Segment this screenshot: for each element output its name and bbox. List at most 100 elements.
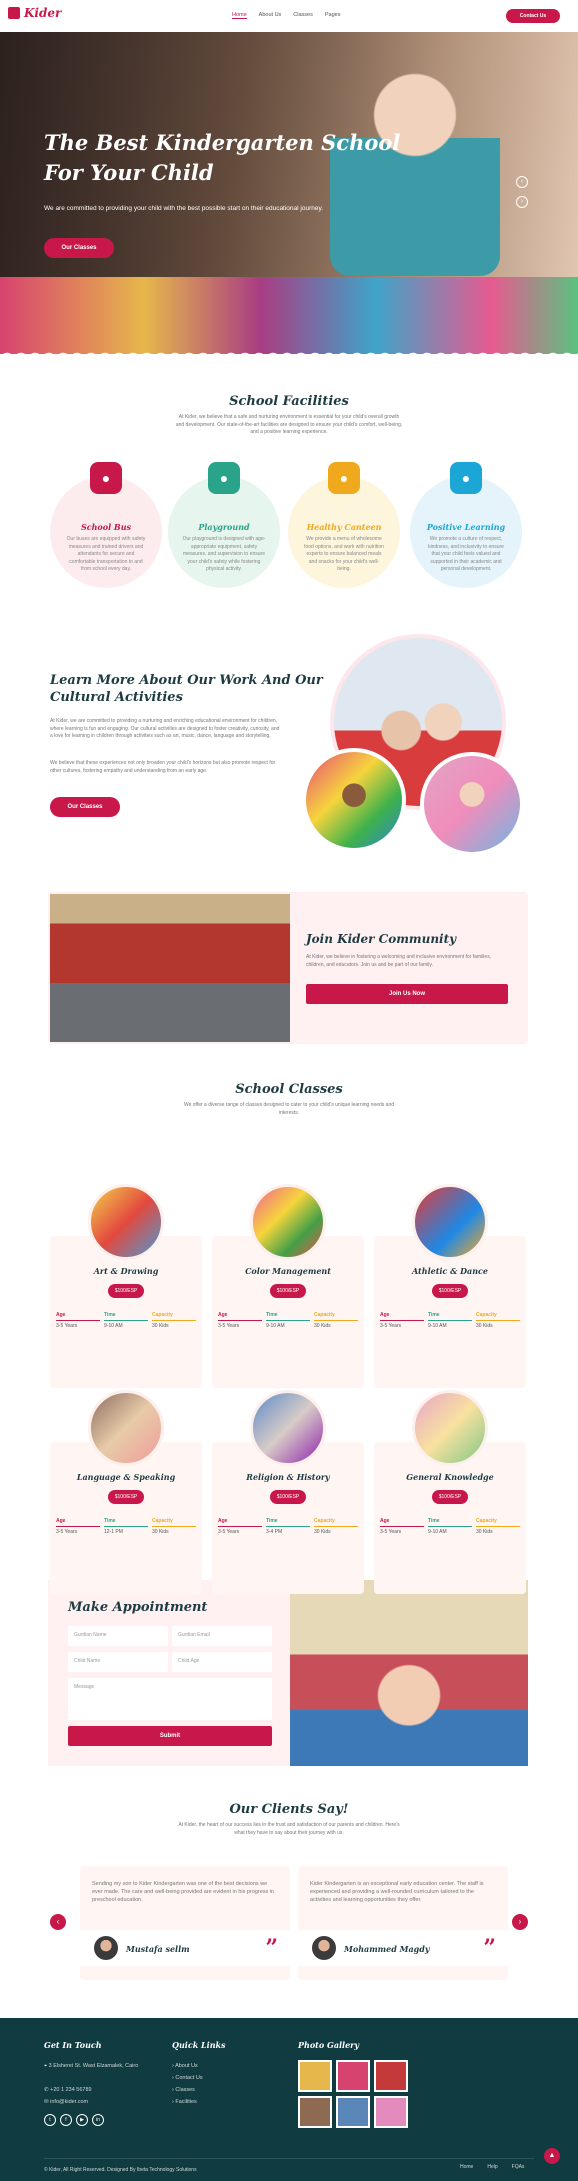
- join-button[interactable]: Join Us Now: [306, 984, 508, 1004]
- class-card[interactable]: General Knowledge $100/ESP Age 3-5 Years Tim…: [374, 1390, 526, 1594]
- appointment-title: Make Appointment: [68, 1600, 208, 1615]
- testimonial-card: Sending my son to Kider Kindergarten was…: [80, 1866, 290, 1980]
- hero-next-arrow[interactable]: ›: [516, 196, 528, 208]
- twitter-icon[interactable]: t: [44, 2114, 56, 2126]
- age-label: Age: [380, 1312, 424, 1321]
- quote-icon: ”: [265, 1935, 278, 1961]
- class-card[interactable]: Language & Speaking $100/ESP Age 3-5 Years T…: [50, 1390, 202, 1594]
- capacity-label: Capacity: [314, 1518, 358, 1527]
- links-title: Quick Links: [172, 2040, 226, 2050]
- class-time: 9-10 AM: [266, 1323, 285, 1329]
- testimonial-next-arrow[interactable]: ›: [512, 1914, 528, 1930]
- guardian-name-field[interactable]: Gurdian Name: [68, 1626, 168, 1646]
- footer-link-about[interactable]: › About Us: [172, 2060, 203, 2072]
- class-card[interactable]: Athletic & Dance $100/ESP Age 3-5 Years Time…: [374, 1184, 526, 1388]
- guardian-email-field[interactable]: Gurdian Email: [172, 1626, 272, 1646]
- testimonial-name: Mohammed Magdy: [344, 1944, 430, 1954]
- child-age-field[interactable]: Child Age: [172, 1652, 272, 1672]
- class-price: $100/ESP: [270, 1284, 306, 1298]
- classes-intro: We offer a diverse range of classes desi…: [183, 1102, 395, 1116]
- age-label: Age: [218, 1312, 262, 1321]
- testimonials-intro: At Kider, the heart of our success lies …: [178, 1822, 400, 1836]
- testimonial-quote: Kider Kindergarten is an exceptional ear…: [310, 1881, 484, 1903]
- gallery-photo[interactable]: [374, 2060, 408, 2092]
- footer-bottom-home[interactable]: Home: [460, 2164, 473, 2170]
- hero-prev-arrow[interactable]: ‹: [516, 176, 528, 188]
- class-capacity: 30 Kids: [152, 1529, 169, 1535]
- time-label: Time: [104, 1312, 148, 1321]
- class-image: [88, 1390, 164, 1466]
- youtube-icon[interactable]: ▶: [76, 2114, 88, 2126]
- contact-button[interactable]: Contact Us: [506, 9, 560, 23]
- class-capacity: 30 Kids: [314, 1323, 331, 1329]
- community-title: Join Kider Community: [306, 932, 457, 946]
- class-image: [412, 1390, 488, 1466]
- gallery-photo[interactable]: [374, 2096, 408, 2128]
- gallery-photo[interactable]: [298, 2060, 332, 2092]
- class-price: $100/ESP: [108, 1284, 144, 1298]
- class-card[interactable]: Color Management $100/ESP Age 3-5 Years Time…: [212, 1184, 364, 1388]
- class-capacity: 30 Kids: [152, 1323, 169, 1329]
- football-icon: ●: [208, 462, 240, 494]
- class-name: Color Management: [245, 1266, 331, 1276]
- linkedin-icon[interactable]: in: [92, 2114, 104, 2126]
- navbar: Kider Home About Us Classes Pages Contac…: [0, 0, 578, 32]
- scalloped-edge: [0, 346, 578, 360]
- hero-classes-button[interactable]: Our Classes: [44, 238, 114, 258]
- logo[interactable]: Kider: [8, 6, 61, 20]
- nav-about[interactable]: About Us: [259, 12, 282, 19]
- nav-home[interactable]: Home: [232, 12, 247, 19]
- community-card: Join Kider Community At Kider, we believ…: [48, 892, 528, 1044]
- nav-classes[interactable]: Classes: [293, 12, 313, 19]
- testimonial-card: Kider Kindergarten is an exceptional ear…: [298, 1866, 508, 1980]
- footer-bottom-help[interactable]: Help: [487, 2164, 497, 2170]
- class-card[interactable]: Art & Drawing $100/ESP Age 3-5 Years Time 9-1…: [50, 1184, 202, 1388]
- gallery-title: Photo Gallery: [298, 2040, 360, 2050]
- facility-title: Healthy Canteen: [306, 522, 382, 532]
- gallery-photo[interactable]: [336, 2096, 370, 2128]
- learning-icon: ●: [450, 462, 482, 494]
- submit-button[interactable]: Submit: [68, 1726, 272, 1746]
- facility-text: Our buses are equipped with safety measu…: [66, 536, 146, 572]
- footer-link-facilities[interactable]: › Facilities: [172, 2096, 203, 2108]
- class-name: Athletic & Dance: [411, 1266, 488, 1276]
- testimonial-name: Mustafa sellm: [126, 1944, 190, 1954]
- contact-title: Get In Touch: [44, 2040, 102, 2050]
- class-time: 12-1 PM: [104, 1529, 123, 1535]
- capacity-label: Capacity: [476, 1518, 520, 1527]
- class-image: [412, 1184, 488, 1260]
- testimonial-quote: Sending my son to Kider Kindergarten was…: [92, 1881, 275, 1903]
- footer-link-classes[interactable]: › Classes: [172, 2084, 203, 2096]
- class-card[interactable]: Religion & History $100/ESP Age 3-5 Years Ti…: [212, 1390, 364, 1594]
- child-name-field[interactable]: Child Name: [68, 1652, 168, 1672]
- footer-phone: ✆ +20 1 234 56789: [44, 2087, 92, 2093]
- class-capacity: 30 Kids: [476, 1323, 493, 1329]
- capacity-label: Capacity: [476, 1312, 520, 1321]
- facilities-title: School Facilities: [229, 394, 349, 409]
- testimonials-title: Our Clients Say!: [229, 1802, 349, 1817]
- facility-card: ● Positive Learning We promote a culture o…: [410, 462, 522, 588]
- testimonial-prev-arrow[interactable]: ‹: [50, 1914, 66, 1930]
- class-age: 3-5 Years: [56, 1529, 78, 1535]
- footer-link-contact[interactable]: › Contact Us: [172, 2072, 203, 2084]
- message-field[interactable]: Message: [68, 1678, 272, 1720]
- nav-pages[interactable]: Pages: [325, 12, 341, 19]
- class-age: 3-5 Years: [380, 1529, 402, 1535]
- facebook-icon[interactable]: f: [60, 2114, 72, 2126]
- class-price: $100/ESP: [270, 1490, 306, 1504]
- class-capacity: 30 Kids: [476, 1529, 493, 1535]
- gallery-photo[interactable]: [298, 2096, 332, 2128]
- footer-bottom-faq[interactable]: FQAs: [512, 2164, 525, 2170]
- time-label: Time: [104, 1518, 148, 1527]
- gallery-photo[interactable]: [336, 2060, 370, 2092]
- avatar: [312, 1936, 336, 1960]
- about-classes-button[interactable]: Our Classes: [50, 797, 120, 817]
- class-price: $100/ESP: [108, 1490, 144, 1504]
- back-to-top-button[interactable]: ▲: [544, 2148, 560, 2164]
- facility-text: We provide a menu of wholesome food opti…: [304, 536, 384, 572]
- age-label: Age: [56, 1518, 100, 1527]
- time-label: Time: [428, 1518, 472, 1527]
- about-image-small-2: [420, 752, 524, 856]
- class-name: Language & Speaking: [76, 1472, 176, 1482]
- about-image-small-1: [302, 748, 406, 852]
